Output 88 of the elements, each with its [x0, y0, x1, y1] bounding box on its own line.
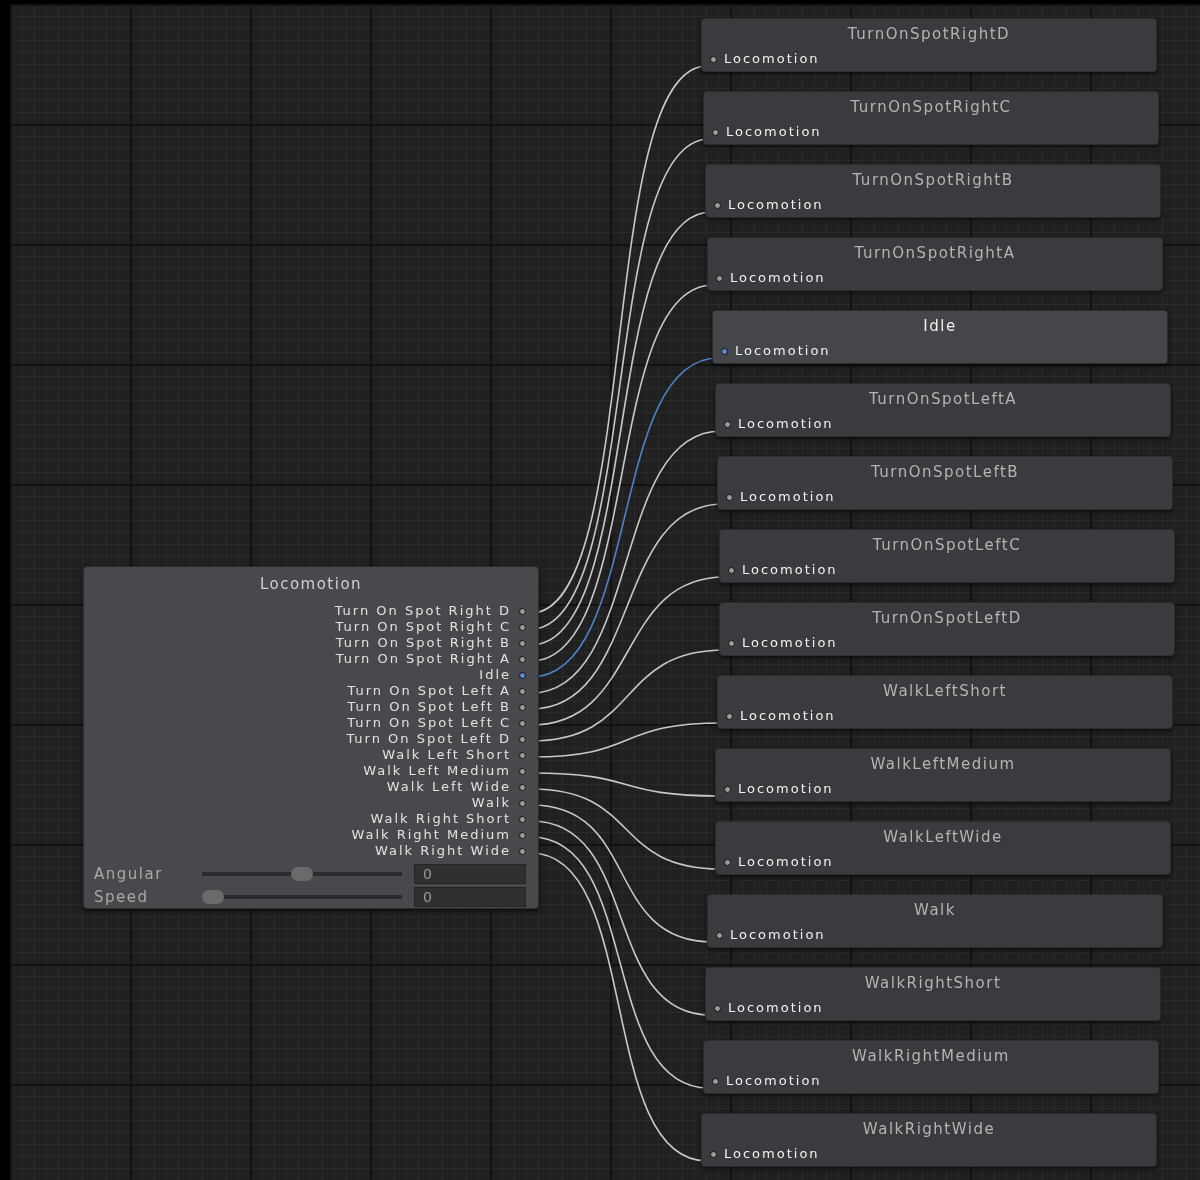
node-title: WalkRightWide — [861, 1120, 997, 1140]
input-label: Locomotion — [738, 781, 834, 797]
input-label: Locomotion — [724, 1146, 820, 1162]
node-title: TurnOnSpotLeftC — [871, 536, 1023, 556]
port-icon[interactable] — [728, 639, 735, 647]
port-icon[interactable] — [724, 420, 731, 428]
node-title: TurnOnSpotLeftA — [867, 390, 1019, 410]
node-title: Locomotion — [258, 575, 364, 595]
node-card[interactable]: WalkRightShort Locomotion — [705, 967, 1161, 1021]
node-title: Walk — [913, 901, 957, 921]
node-card[interactable]: TurnOnSpotRightD Locomotion — [701, 18, 1157, 72]
output-label: Walk Right Short — [370, 811, 511, 828]
output-label: Walk Right Medium — [351, 827, 511, 844]
port-icon[interactable] — [710, 55, 717, 63]
node-card[interactable]: Idle Locomotion — [712, 310, 1168, 364]
output-label: Walk Right Wide — [374, 843, 511, 860]
output-label: Walk Left Wide — [386, 779, 511, 796]
node-card[interactable]: WalkRightMedium Locomotion — [703, 1040, 1159, 1094]
input-label: Locomotion — [740, 489, 836, 505]
node-card[interactable]: WalkLeftMedium Locomotion — [715, 748, 1171, 802]
input-label: Locomotion — [730, 270, 826, 286]
port-icon[interactable] — [712, 128, 719, 136]
input-label: Locomotion — [724, 51, 820, 67]
output-label: Turn On Spot Right A — [335, 651, 511, 668]
slider-thumb[interactable] — [202, 889, 224, 904]
node-title: WalkRightShort — [863, 974, 1003, 994]
node-card[interactable]: Walk Locomotion — [707, 894, 1163, 948]
node-title: Idle — [922, 317, 958, 337]
output-label: Turn On Spot Left A — [347, 683, 511, 700]
node-card[interactable]: TurnOnSpotLeftA Locomotion — [715, 383, 1171, 437]
input-label: Locomotion — [730, 927, 826, 943]
input-label: Locomotion — [726, 124, 822, 140]
node-card[interactable]: TurnOnSpotRightA Locomotion — [707, 237, 1163, 291]
node-title: TurnOnSpotRightC — [849, 98, 1013, 118]
output-label: Turn On Spot Right B — [335, 635, 511, 652]
node-card[interactable]: WalkLeftShort Locomotion — [717, 675, 1173, 729]
output-label: Turn On Spot Left B — [347, 699, 511, 716]
node-card[interactable]: WalkLeftWide Locomotion — [715, 821, 1171, 875]
port-icon[interactable] — [710, 1150, 717, 1158]
output-label: Idle — [479, 667, 511, 684]
node-title: TurnOnSpotRightD — [846, 25, 1012, 45]
port-icon[interactable] — [726, 493, 733, 501]
input-label: Locomotion — [742, 635, 838, 651]
node-title: WalkLeftWide — [882, 828, 1004, 848]
input-label: Locomotion — [740, 708, 836, 724]
port-icon[interactable] — [716, 274, 723, 282]
node-title: TurnOnSpotRightB — [851, 171, 1015, 191]
output-label: Turn On Spot Right C — [335, 619, 511, 636]
input-label: Locomotion — [728, 1000, 824, 1016]
output-label: Turn On Spot Right D — [334, 603, 511, 620]
output-label: Turn On Spot Left C — [347, 715, 511, 732]
input-label: Locomotion — [738, 416, 834, 432]
input-label: Locomotion — [738, 854, 834, 870]
port-icon[interactable] — [726, 712, 733, 720]
node-card[interactable]: TurnOnSpotLeftD Locomotion — [719, 602, 1175, 656]
port-icon[interactable] — [714, 201, 721, 209]
port-icon[interactable] — [721, 347, 728, 355]
node-card[interactable] — [83, 566, 539, 909]
node-title: WalkLeftShort — [882, 682, 1008, 702]
port-icon[interactable] — [724, 858, 731, 866]
input-label: Locomotion — [742, 562, 838, 578]
node-title: WalkLeftMedium — [869, 755, 1017, 775]
input-label: Locomotion — [735, 343, 831, 359]
output-label: Turn On Spot Left D — [346, 731, 511, 748]
node-card[interactable]: TurnOnSpotLeftC Locomotion — [719, 529, 1175, 583]
port-icon[interactable] — [724, 785, 731, 793]
output-label: Walk Left Medium — [363, 763, 511, 780]
input-label: Locomotion — [726, 1073, 822, 1089]
output-label: Walk — [471, 795, 511, 812]
value-field[interactable]: 0 — [414, 886, 526, 907]
parameter-label: Speed — [94, 887, 150, 906]
node-title: TurnOnSpotRightA — [853, 244, 1017, 264]
port-icon[interactable] — [728, 566, 735, 574]
node-card[interactable]: WalkRightWide Locomotion — [701, 1113, 1157, 1167]
node-title: TurnOnSpotLeftB — [869, 463, 1021, 483]
output-label: Walk Left Short — [382, 747, 511, 764]
port-icon[interactable] — [712, 1077, 719, 1085]
value-field[interactable]: 0 — [414, 864, 526, 885]
input-label: Locomotion — [728, 197, 824, 213]
node-card[interactable]: TurnOnSpotRightC Locomotion — [703, 91, 1159, 145]
port-icon[interactable] — [714, 1004, 721, 1012]
port-icon[interactable] — [716, 931, 723, 939]
slider-thumb[interactable] — [291, 867, 313, 882]
node-title: WalkRightMedium — [851, 1047, 1011, 1067]
node-card[interactable]: TurnOnSpotLeftB Locomotion — [717, 456, 1173, 510]
node-card[interactable]: TurnOnSpotRightB Locomotion — [705, 164, 1161, 218]
node-title: TurnOnSpotLeftD — [871, 609, 1023, 629]
parameter-label: Angular — [94, 865, 164, 884]
